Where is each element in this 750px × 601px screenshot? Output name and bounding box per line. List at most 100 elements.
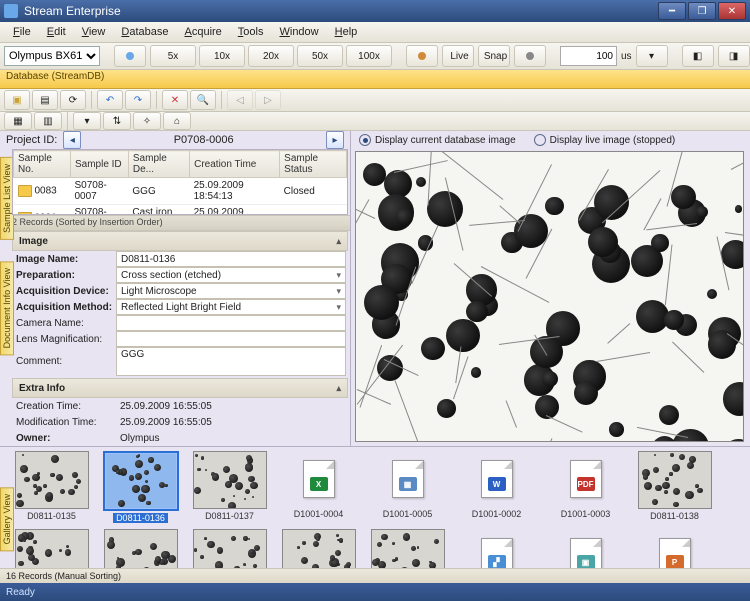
col-header[interactable]: Creation Time (190, 151, 280, 178)
acq-method-select[interactable]: Reflected Light Bright Field (116, 299, 346, 315)
db-undo-icon[interactable]: ↶ (97, 90, 123, 110)
col-header[interactable]: Sample Status (280, 151, 347, 178)
view-2-icon[interactable]: ▥ (34, 112, 62, 130)
maximize-button[interactable]: ❐ (688, 2, 716, 20)
project-next-button[interactable]: ▸ (326, 131, 344, 149)
gallery-item[interactable]: D0811-0135 (14, 451, 89, 523)
image-section-header[interactable]: Image▴ (12, 231, 348, 251)
cam-button[interactable] (406, 45, 438, 67)
db-delete-icon[interactable]: ✕ (162, 90, 188, 110)
menu-tools[interactable]: Tools (231, 24, 271, 40)
menu-database[interactable]: Database (114, 24, 175, 40)
extra-section-header[interactable]: Extra Info▴ (12, 378, 348, 398)
filter-icon[interactable]: ▾ (73, 112, 101, 130)
app-window: Stream Enterprise ━ ❐ ✕ FileEditViewData… (0, 0, 750, 601)
menu-bar: FileEditViewDatabaseAcquireToolsWindowHe… (0, 22, 750, 43)
gallery-label: D0811-0136 (113, 513, 168, 523)
zoom-5x[interactable]: 5x (150, 45, 196, 67)
left-pane: Sample List View Document Info View Proj… (0, 131, 351, 446)
db-refresh-icon[interactable]: ⟳ (60, 90, 86, 110)
gallery-label: D1001-0003 (561, 509, 611, 519)
preparation-select[interactable]: Cross section (etched) (116, 267, 346, 283)
right-pane: Display current database image Display l… (351, 131, 750, 446)
zoom-50x[interactable]: 50x (297, 45, 343, 67)
sort-icon[interactable]: ⇅ (103, 112, 131, 130)
sample-table[interactable]: Sample No.Sample IDSample De...Creation … (12, 149, 348, 215)
side-tab-docinfo[interactable]: Document Info View (0, 261, 14, 355)
zoom-10x[interactable]: 10x (199, 45, 245, 67)
radio-db-image[interactable]: Display current database image (359, 134, 516, 146)
zoom-100x[interactable]: 100x (346, 45, 392, 67)
gallery-item[interactable]: XD1001-0004 (281, 451, 356, 523)
menu-view[interactable]: View (75, 24, 113, 40)
magnification-field[interactable] (116, 331, 346, 347)
project-prev-button[interactable]: ◂ (63, 131, 81, 149)
radio-live-image[interactable]: Display live image (stopped) (534, 134, 676, 146)
close-button[interactable]: ✕ (718, 2, 746, 20)
camera-name-field[interactable] (116, 315, 346, 331)
snap-button[interactable]: Snap (478, 45, 510, 67)
gallery-label: D0811-0137 (205, 511, 254, 521)
gallery-item[interactable]: ▦D1001-0005 (370, 451, 445, 523)
menu-window[interactable]: Window (272, 24, 325, 40)
gallery-label: D1001-0005 (383, 509, 433, 519)
acq-device-select[interactable]: Light Microscope (116, 283, 346, 299)
new-folder-icon[interactable]: ▤ (32, 90, 58, 110)
gallery-label: D1001-0002 (472, 509, 522, 519)
col-header[interactable]: Sample ID (70, 151, 128, 178)
db-next-icon[interactable]: ▷ (255, 90, 281, 110)
title-bar: Stream Enterprise ━ ❐ ✕ (0, 0, 750, 22)
app-title: Stream Enterprise (24, 4, 121, 18)
project-id-label: Project ID: (6, 134, 57, 146)
modification-time: 25.09.2009 16:55:05 (116, 415, 346, 429)
db-toolbar-2: ▦ ▥ ▾ ⇅ ✧ ⌂ (0, 112, 750, 131)
gallery-item[interactable]: WD1001-0002 (459, 451, 534, 523)
owner: Olympus (116, 431, 346, 445)
live-button[interactable]: Live (442, 45, 474, 67)
table-row[interactable]: 0091S0708-0008Cast iron a...25.09.2009 1… (14, 205, 347, 215)
exposure-input[interactable] (560, 46, 617, 66)
gallery-item[interactable]: D0811-0137 (192, 451, 267, 523)
db-redo-icon[interactable]: ↷ (125, 90, 151, 110)
gallery-label: D0811-0138 (650, 511, 699, 521)
project-id-value: P0708-0006 (87, 134, 320, 146)
gallery-item[interactable]: D0811-0136 (103, 451, 178, 523)
db-find-icon[interactable]: 🔍 (190, 90, 216, 110)
tool-button-a[interactable] (514, 45, 546, 67)
view-1-icon[interactable]: ▦ (4, 112, 32, 130)
gallery-label: D0811-0135 (27, 511, 76, 521)
table-row[interactable]: 0083S0708-0007GGG25.09.2009 18:54:13Clos… (14, 178, 347, 205)
col-header[interactable]: Sample De... (128, 151, 189, 178)
gallery-footer: 16 Records (Manual Sorting) (0, 568, 750, 583)
folder-open-icon[interactable]: ▣ (4, 90, 30, 110)
app-icon (4, 4, 18, 18)
objective-button[interactable] (114, 45, 146, 67)
menu-edit[interactable]: Edit (40, 24, 73, 40)
menu-acquire[interactable]: Acquire (177, 24, 228, 40)
menu-file[interactable]: File (6, 24, 38, 40)
database-panel-header: Database (StreamDB) (0, 70, 750, 89)
zoom-20x[interactable]: 20x (248, 45, 294, 67)
gallery-view: Gallery View D0811-0135 D0811-0136 D0811-0… (0, 446, 750, 583)
status-bar: Ready (0, 583, 750, 601)
col-header[interactable]: Sample No. (14, 151, 71, 178)
image-viewer[interactable] (355, 151, 744, 442)
records-bar: 2 Records (Sorted by Insertion Order) (0, 215, 350, 231)
gallery-item[interactable]: PDFD1001-0003 (548, 451, 623, 523)
home-icon[interactable]: ⌂ (163, 112, 191, 130)
exposure-dropdown[interactable]: ▾ (636, 45, 668, 67)
main-toolbar: Olympus BX61 5x10x20x50x100x Live Snap u… (0, 43, 750, 70)
db-toolbar: ▣ ▤ ⟳ ↶ ↷ ✕ 🔍 ◁ ▷ (0, 89, 750, 112)
db-prev-icon[interactable]: ◁ (227, 90, 253, 110)
gallery-item[interactable]: D0811-0138 (637, 451, 712, 523)
exposure-unit: us (621, 51, 632, 62)
misc-button-1[interactable]: ◧ (682, 45, 714, 67)
side-tab-gallery[interactable]: Gallery View (0, 487, 14, 551)
menu-help[interactable]: Help (328, 24, 365, 40)
wand-icon[interactable]: ✧ (133, 112, 161, 130)
comment-field[interactable]: GGG (116, 347, 346, 376)
device-select[interactable]: Olympus BX61 (4, 46, 100, 66)
minimize-button[interactable]: ━ (658, 2, 686, 20)
misc-button-2[interactable]: ◨ (718, 45, 750, 67)
image-name-field[interactable]: D0811-0136 (116, 251, 346, 267)
